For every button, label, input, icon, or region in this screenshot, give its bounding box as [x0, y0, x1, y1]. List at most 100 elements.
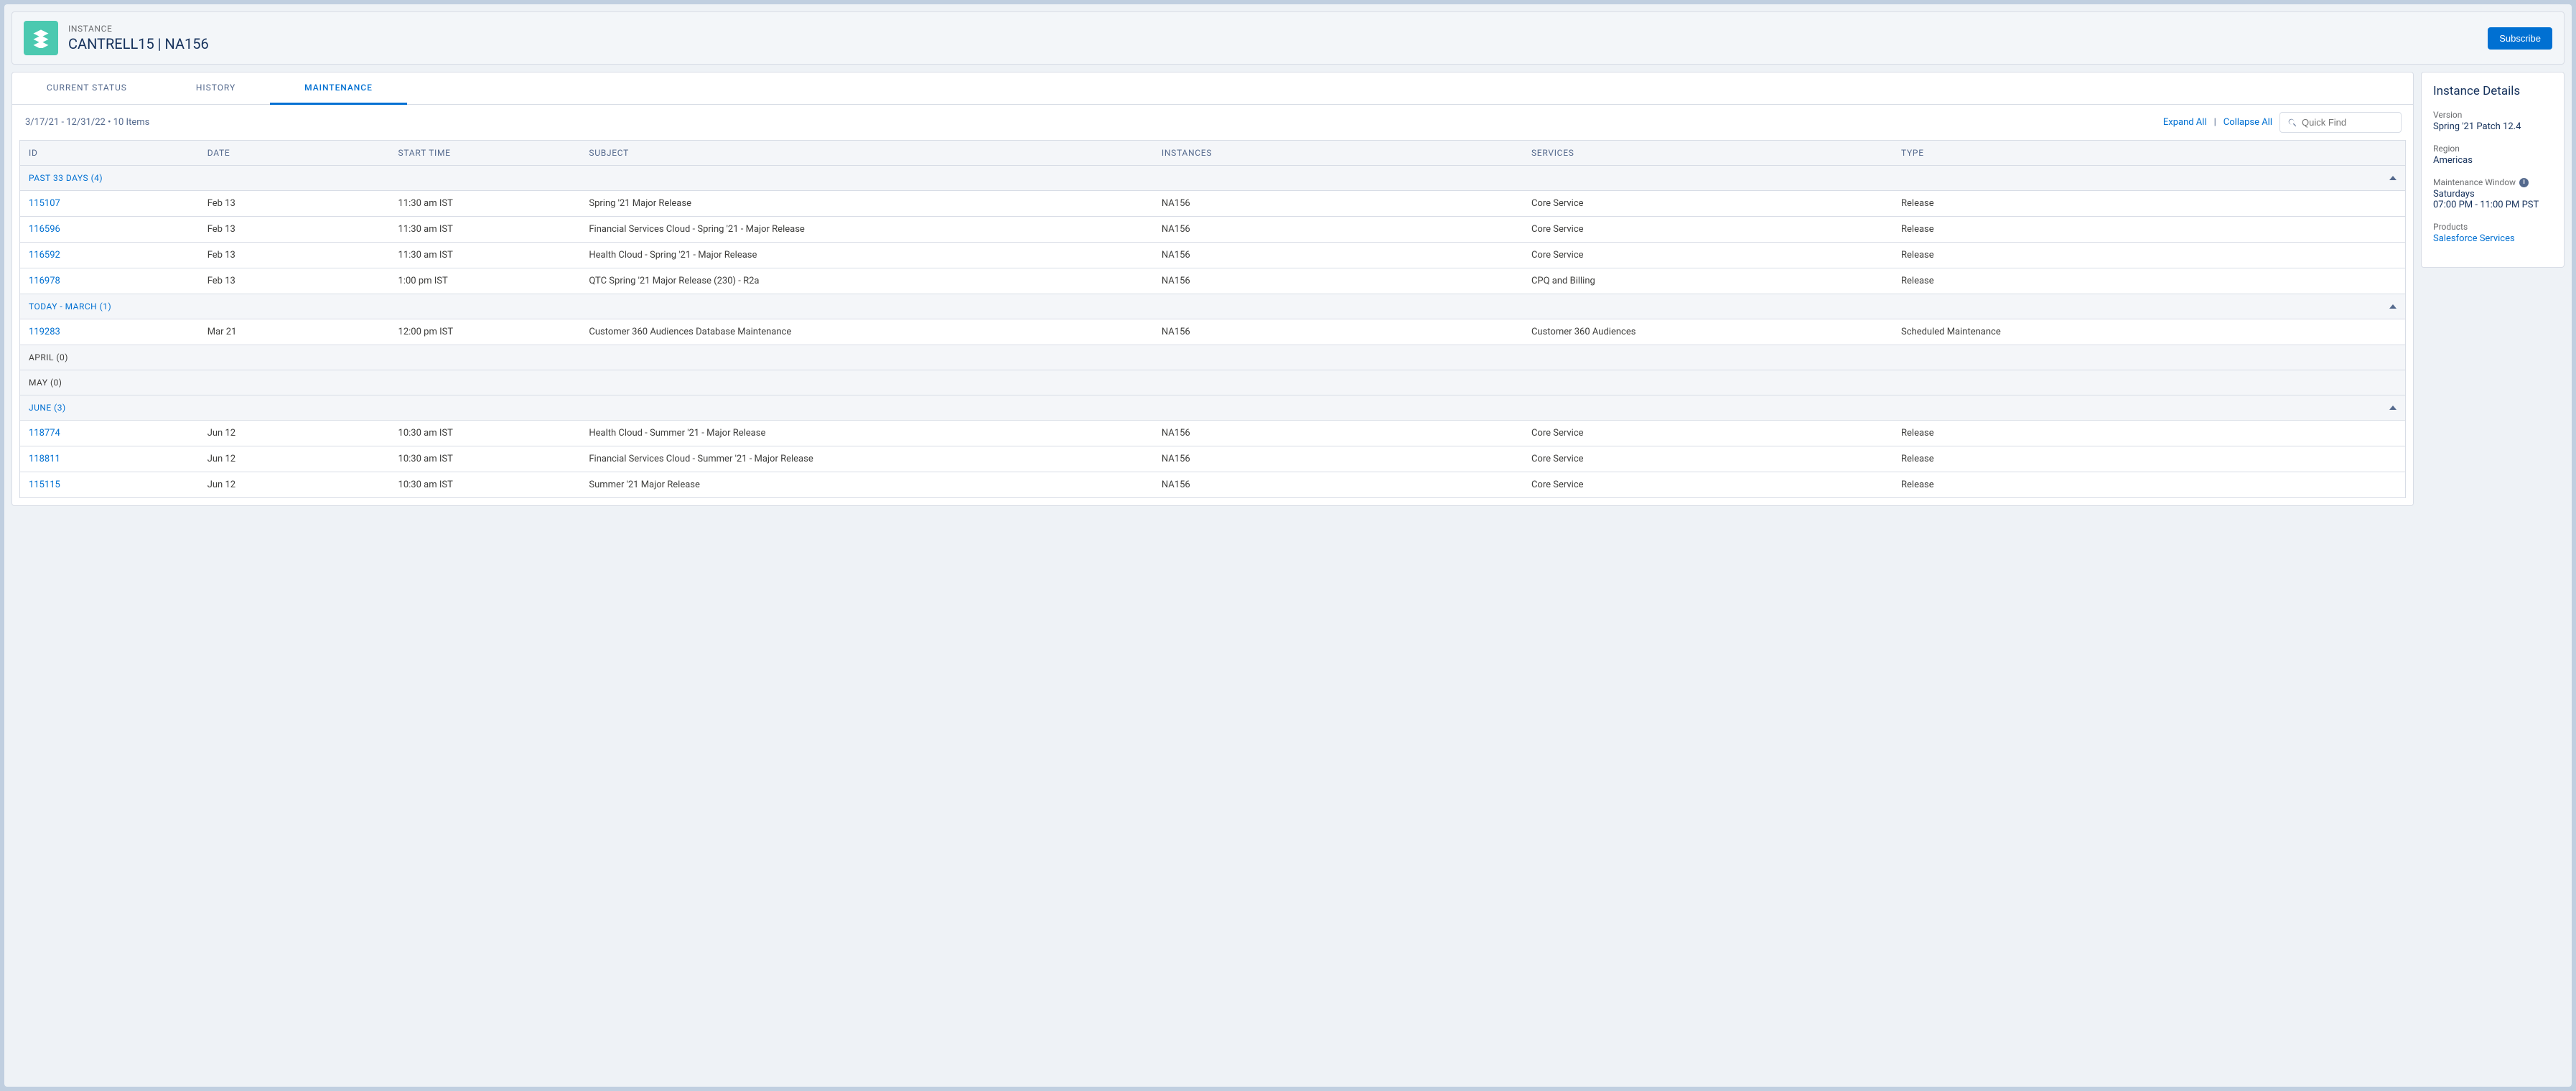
cell-start: 12:00 pm IST [390, 319, 581, 345]
table-row: 116978 Feb 13 1:00 pm IST QTC Spring '21… [20, 268, 2406, 294]
cell-date: Feb 13 [199, 217, 390, 243]
quick-find-input[interactable] [2302, 117, 2394, 128]
group-label: JUNE (3) [29, 403, 66, 413]
col-instances: INSTANCES [1153, 141, 1523, 166]
cell-date: Jun 12 [199, 446, 390, 472]
details-title: Instance Details [2433, 84, 2552, 98]
tab-maintenance[interactable]: MAINTENANCE [270, 72, 407, 105]
id-link[interactable]: 115115 [29, 479, 60, 490]
col-start-time: START TIME [390, 141, 581, 166]
cell-type: Release [1893, 421, 2405, 446]
info-icon[interactable]: i [2519, 178, 2529, 187]
cell-services: Core Service [1523, 243, 1893, 268]
separator: | [2214, 117, 2216, 128]
maintenance-window-value-1: Saturdays [2433, 189, 2552, 200]
cell-type: Release [1893, 268, 2405, 294]
table-row: 116596 Feb 13 11:30 am IST Financial Ser… [20, 217, 2406, 243]
cell-start: 11:30 am IST [390, 191, 581, 217]
col-id: ID [20, 141, 199, 166]
table-row: 119283 Mar 21 12:00 pm IST Customer 360 … [20, 319, 2406, 345]
table-row: 115107 Feb 13 11:30 am IST Spring '21 Ma… [20, 191, 2406, 217]
tab-history[interactable]: HISTORY [162, 72, 270, 105]
instance-icon [24, 21, 58, 55]
maintenance-window-value-2: 07:00 PM - 11:00 PM PST [2433, 200, 2552, 210]
id-link[interactable]: 115107 [29, 198, 60, 209]
cell-start: 11:30 am IST [390, 243, 581, 268]
id-link[interactable]: 116596 [29, 224, 60, 235]
cell-subject: Spring '21 Major Release [580, 191, 1153, 217]
id-link[interactable]: 116978 [29, 276, 60, 286]
cell-subject: Customer 360 Audiences Database Maintena… [580, 319, 1153, 345]
cell-instances: NA156 [1153, 268, 1523, 294]
cell-date: Jun 12 [199, 421, 390, 446]
cell-services: Core Service [1523, 421, 1893, 446]
col-type: TYPE [1893, 141, 2405, 166]
cell-date: Jun 12 [199, 472, 390, 498]
region-value: Americas [2433, 155, 2552, 166]
subscribe-button[interactable]: Subscribe [2488, 27, 2552, 50]
cell-type: Release [1893, 217, 2405, 243]
caret-up-icon [2389, 406, 2397, 410]
cell-instances: NA156 [1153, 191, 1523, 217]
collapse-all-link[interactable]: Collapse All [2223, 117, 2272, 128]
maintenance-window-label: Maintenance Window [2433, 177, 2516, 187]
cell-instances: NA156 [1153, 243, 1523, 268]
group-april[interactable]: APRIL (0) [20, 345, 2406, 370]
col-services: SERVICES [1523, 141, 1893, 166]
cell-instances: NA156 [1153, 319, 1523, 345]
id-link[interactable]: 119283 [29, 327, 60, 337]
table-row: 116592 Feb 13 11:30 am IST Health Cloud … [20, 243, 2406, 268]
cell-start: 1:00 pm IST [390, 268, 581, 294]
id-link[interactable]: 116592 [29, 250, 60, 261]
group-label: APRIL (0) [29, 352, 68, 362]
cell-start: 11:30 am IST [390, 217, 581, 243]
cell-subject: Financial Services Cloud - Summer '21 - … [580, 446, 1153, 472]
tabs: CURRENT STATUS HISTORY MAINTENANCE [12, 72, 2413, 105]
cell-services: Core Service [1523, 472, 1893, 498]
cell-type: Release [1893, 472, 2405, 498]
table-row: 118774 Jun 12 10:30 am IST Health Cloud … [20, 421, 2406, 446]
group-past-33-days[interactable]: PAST 33 DAYS (4) [20, 166, 2406, 191]
group-june[interactable]: JUNE (3) [20, 395, 2406, 421]
version-label: Version [2433, 110, 2552, 120]
cell-services: Customer 360 Audiences [1523, 319, 1893, 345]
instance-details-panel: Instance Details Version Spring '21 Patc… [2421, 72, 2565, 268]
cell-type: Release [1893, 446, 2405, 472]
id-link[interactable]: 118811 [29, 454, 60, 464]
header-eyebrow: INSTANCE [68, 24, 209, 34]
quick-find[interactable] [2279, 112, 2402, 133]
expand-all-link[interactable]: Expand All [2163, 117, 2207, 128]
cell-date: Feb 13 [199, 243, 390, 268]
cell-subject: Health Cloud - Spring '21 - Major Releas… [580, 243, 1153, 268]
cell-date: Mar 21 [199, 319, 390, 345]
cell-instances: NA156 [1153, 446, 1523, 472]
products-link[interactable]: Salesforce Services [2433, 233, 2552, 244]
group-label: TODAY - MARCH (1) [29, 301, 111, 312]
table-row: 118811 Jun 12 10:30 am IST Financial Ser… [20, 446, 2406, 472]
id-link[interactable]: 118774 [29, 428, 60, 439]
cell-type: Scheduled Maintenance [1893, 319, 2405, 345]
cell-subject: QTC Spring '21 Major Release (230) - R2a [580, 268, 1153, 294]
col-date: DATE [199, 141, 390, 166]
search-icon [2287, 118, 2297, 128]
cell-services: Core Service [1523, 217, 1893, 243]
cell-subject: Health Cloud - Summer '21 - Major Releas… [580, 421, 1153, 446]
cell-start: 10:30 am IST [390, 446, 581, 472]
page-title: CANTRELL15 | NA156 [68, 35, 209, 52]
region-label: Region [2433, 144, 2552, 154]
cell-start: 10:30 am IST [390, 472, 581, 498]
tab-current-status[interactable]: CURRENT STATUS [12, 72, 162, 105]
cell-date: Feb 13 [199, 191, 390, 217]
group-may[interactable]: MAY (0) [20, 370, 2406, 395]
page-header: INSTANCE CANTRELL15 | NA156 Subscribe [11, 11, 2565, 65]
table-row: 115115 Jun 12 10:30 am IST Summer '21 Ma… [20, 472, 2406, 498]
caret-up-icon [2389, 176, 2397, 180]
cell-instances: NA156 [1153, 421, 1523, 446]
cell-services: Core Service [1523, 446, 1893, 472]
group-label: PAST 33 DAYS (4) [29, 173, 103, 183]
cell-instances: NA156 [1153, 217, 1523, 243]
group-today-march[interactable]: TODAY - MARCH (1) [20, 294, 2406, 319]
cell-services: CPQ and Billing [1523, 268, 1893, 294]
products-label: Products [2433, 222, 2552, 232]
cell-type: Release [1893, 243, 2405, 268]
